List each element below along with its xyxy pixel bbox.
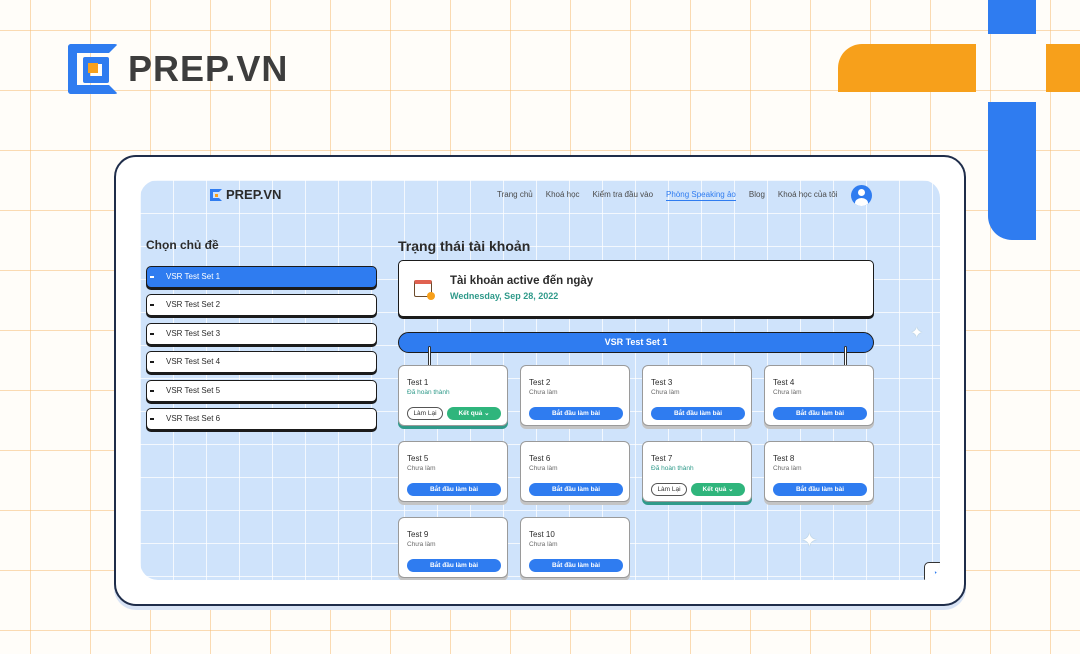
test-status: Chưa làm [529, 389, 558, 396]
nav-item-home[interactable]: Trang chủ [497, 190, 533, 201]
test-status: Chưa làm [407, 541, 436, 548]
test-status: Chưa làm [773, 465, 802, 472]
nav-item-blog[interactable]: Blog [749, 190, 765, 201]
prep-logo-icon [210, 188, 222, 201]
account-active-label: Tài khoản active đến ngày [450, 275, 594, 287]
start-test-button[interactable]: Bắt đầu làm bài [773, 407, 867, 420]
app-logo[interactable]: PREP.VN [210, 187, 281, 202]
nav-item-my-courses[interactable]: Khoá học của tôi [778, 190, 838, 201]
sidebar-item-set-1[interactable]: VSR Test Set 1 [146, 266, 377, 288]
sidebar-item-set-3[interactable]: VSR Test Set 3 [146, 323, 377, 345]
decor-orange-bar-end [1046, 44, 1080, 92]
start-test-button[interactable]: Bắt đầu làm bài [529, 483, 623, 496]
test-name: Test 8 [773, 454, 795, 463]
decor-blue-bar-top [988, 0, 1036, 34]
nav-item-speaking-room[interactable]: Phòng Speaking ảo [666, 190, 736, 201]
start-test-button[interactable]: Bắt đầu làm bài [651, 407, 745, 420]
test-name: Test 7 [651, 454, 673, 463]
brand-logo: PREP.VN [68, 44, 288, 94]
prep-logo-icon [68, 44, 118, 94]
start-test-button[interactable]: Bắt đầu làm bài [773, 483, 867, 496]
app-screen: PREP.VN Trang chủ Khoá học Kiểm tra đầu … [140, 180, 940, 580]
decor-blue-bar [988, 102, 1036, 240]
test-name: Test 10 [529, 530, 555, 539]
start-test-button[interactable]: Bắt đầu làm bài [407, 559, 501, 572]
test-name: Test 3 [651, 378, 673, 387]
calendar-icon [414, 280, 435, 300]
sparkle-icon: ✦ [910, 325, 924, 342]
test-status: Chưa làm [529, 465, 558, 472]
sidebar-item-label: VSR Test Set 3 [166, 329, 221, 338]
sidebar-item-label: VSR Test Set 1 [166, 272, 221, 281]
sidebar-title: Chọn chủ đề [146, 238, 219, 252]
test-status: Đã hoàn thành [651, 465, 694, 472]
test-status: Chưa làm [651, 389, 680, 396]
account-active-date: Wednesday, Sep 28, 2022 [450, 291, 559, 301]
test-name: Test 1 [407, 378, 429, 387]
test-name: Test 9 [407, 530, 429, 539]
account-status-title: Trạng thái tài khoản [398, 238, 531, 254]
test-card[interactable]: Test 3 Chưa làm Bắt đầu làm bài [642, 365, 752, 426]
result-button[interactable]: Kết quả ⌄ [447, 407, 501, 420]
help-button[interactable]: ◔ [924, 562, 940, 580]
nav-item-placement-test[interactable]: Kiểm tra đầu vào [593, 190, 653, 201]
redo-button[interactable]: Làm Lại [407, 407, 443, 420]
sidebar-item-label: VSR Test Set 2 [166, 300, 221, 309]
current-set-banner: VSR Test Set 1 [398, 332, 874, 353]
sidebar-item-set-6[interactable]: VSR Test Set 6 [146, 408, 377, 430]
redo-button[interactable]: Làm Lại [651, 483, 687, 496]
result-button-label: Kết quả [458, 410, 483, 417]
nav-item-courses[interactable]: Khoá học [546, 190, 580, 201]
start-test-button[interactable]: Bắt đầu làm bài [529, 559, 623, 572]
test-name: Test 4 [773, 378, 795, 387]
sidebar-item-set-4[interactable]: VSR Test Set 4 [146, 351, 377, 373]
test-status: Đã hoàn thành [407, 389, 450, 396]
test-name: Test 5 [407, 454, 429, 463]
test-card[interactable]: Test 2 Chưa làm Bắt đầu làm bài [520, 365, 630, 426]
chevron-down-icon: ⌄ [484, 410, 490, 417]
decor-orange-bar [838, 44, 976, 92]
test-card[interactable]: Test 6 Chưa làm Bắt đầu làm bài [520, 441, 630, 502]
sidebar-item-label: VSR Test Set 6 [166, 414, 221, 423]
start-test-button[interactable]: Bắt đầu làm bài [529, 407, 623, 420]
test-card[interactable]: Test 5 Chưa làm Bắt đầu làm bài [398, 441, 508, 502]
test-name: Test 6 [529, 454, 551, 463]
user-avatar-icon[interactable] [851, 185, 872, 206]
top-nav: Trang chủ Khoá học Kiểm tra đầu vào Phòn… [497, 190, 838, 201]
sidebar-item-label: VSR Test Set 4 [166, 357, 221, 366]
test-card[interactable]: Test 4 Chưa làm Bắt đầu làm bài [764, 365, 874, 426]
sidebar-item-set-5[interactable]: VSR Test Set 5 [146, 380, 377, 402]
test-card[interactable]: Test 7 Đã hoàn thành Làm Lại Kết quả ⌄ [642, 441, 752, 502]
result-button[interactable]: Kết quả ⌄ [691, 483, 745, 496]
test-card[interactable]: Test 8 Chưa làm Bắt đầu làm bài [764, 441, 874, 502]
brand-name: PREP.VN [128, 48, 289, 89]
test-card[interactable]: Test 10 Chưa làm Bắt đầu làm bài [520, 517, 630, 578]
start-test-button[interactable]: Bắt đầu làm bài [407, 483, 501, 496]
sparkle-icon: ✦ [801, 530, 818, 552]
result-button-label: Kết quả [702, 486, 727, 493]
sidebar-item-label: VSR Test Set 5 [166, 386, 221, 395]
sidebar-item-set-2[interactable]: VSR Test Set 2 [146, 294, 377, 316]
test-card[interactable]: Test 9 Chưa làm Bắt đầu làm bài [398, 517, 508, 578]
test-status: Chưa làm [773, 389, 802, 396]
test-card[interactable]: Test 1 Đã hoàn thành Làm Lại Kết quả ⌄ [398, 365, 508, 426]
test-status: Chưa làm [407, 465, 436, 472]
account-status-card: Tài khoản active đến ngày Wednesday, Sep… [398, 260, 874, 317]
app-logo-text: PREP.VN [226, 187, 282, 202]
test-name: Test 2 [529, 378, 551, 387]
chevron-down-icon: ⌄ [728, 486, 734, 493]
test-status: Chưa làm [529, 541, 558, 548]
